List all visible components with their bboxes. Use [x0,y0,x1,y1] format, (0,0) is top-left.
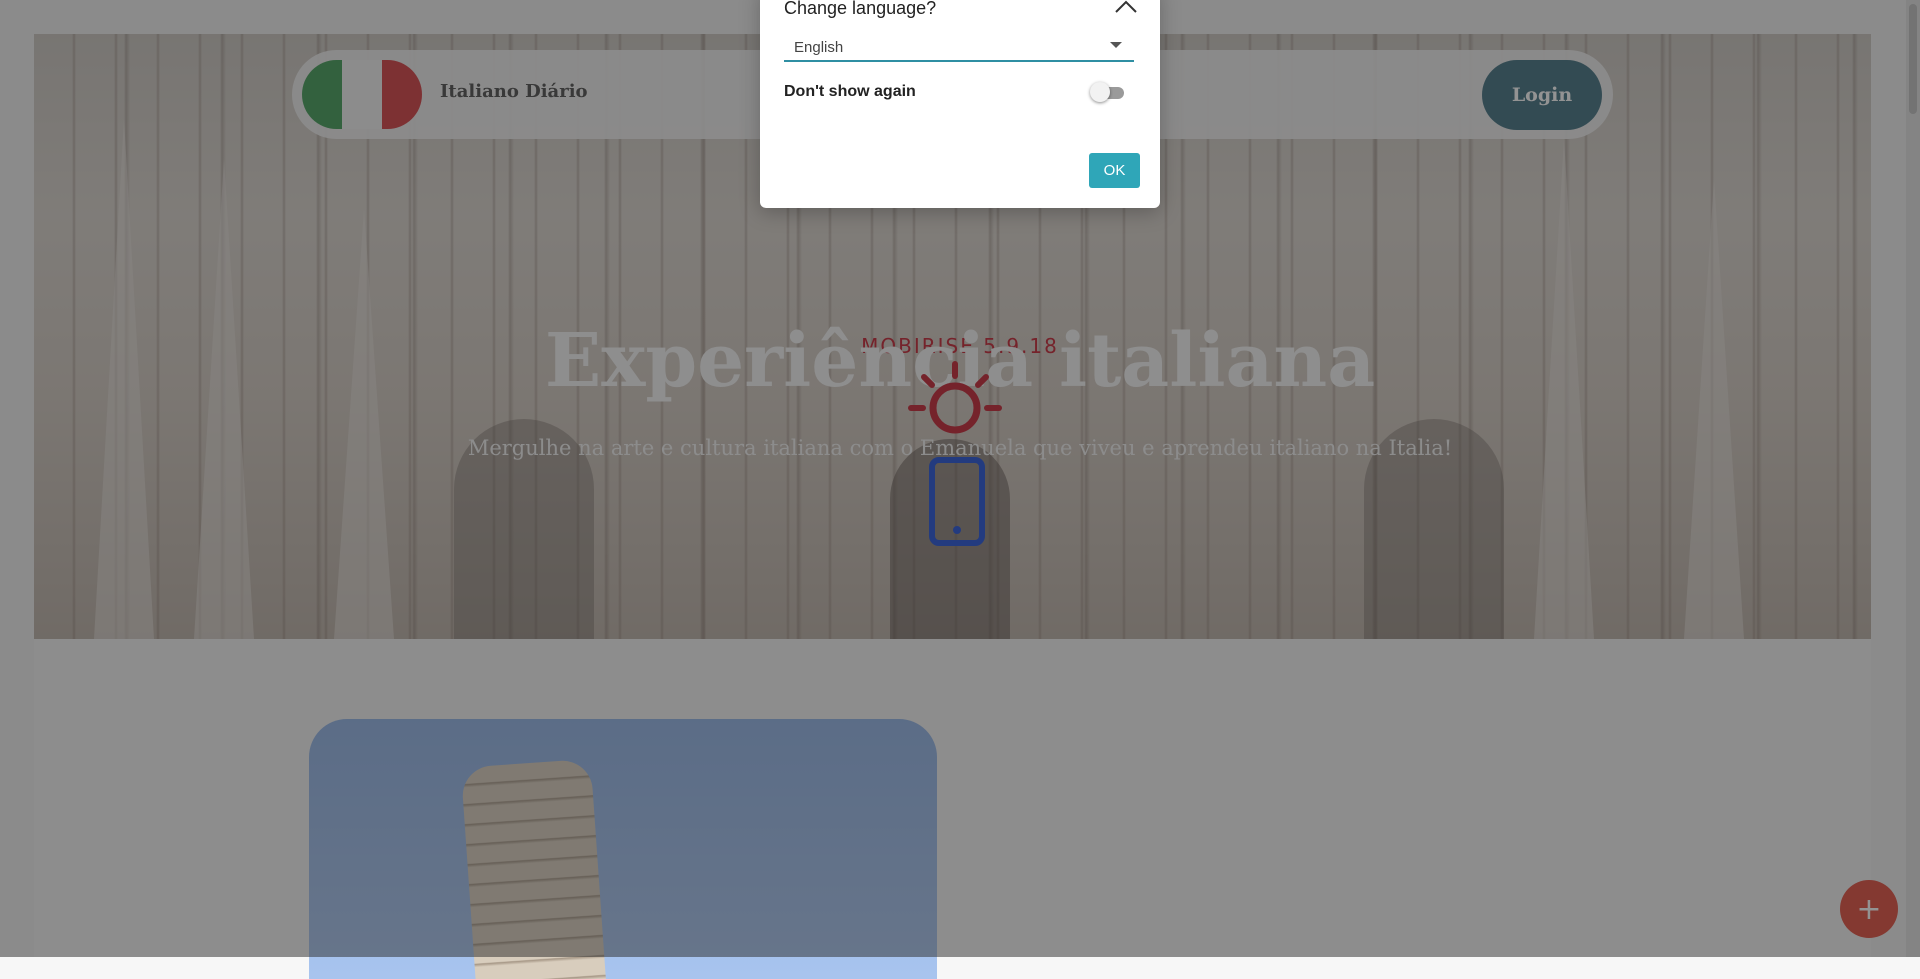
language-select-value: English [794,39,844,56]
toggle-knob [1090,82,1110,102]
chevron-up-icon[interactable] [1112,0,1140,16]
caret-down-icon [1110,42,1122,48]
dont-show-again-toggle[interactable] [1090,82,1126,102]
dont-show-again-label: Don't show again [784,83,916,100]
ok-button[interactable]: OK [1089,153,1140,188]
language-modal: Change language? English Don't show agai… [760,0,1160,208]
modal-title: Change language? [784,0,937,18]
language-select[interactable]: English [784,32,1134,62]
